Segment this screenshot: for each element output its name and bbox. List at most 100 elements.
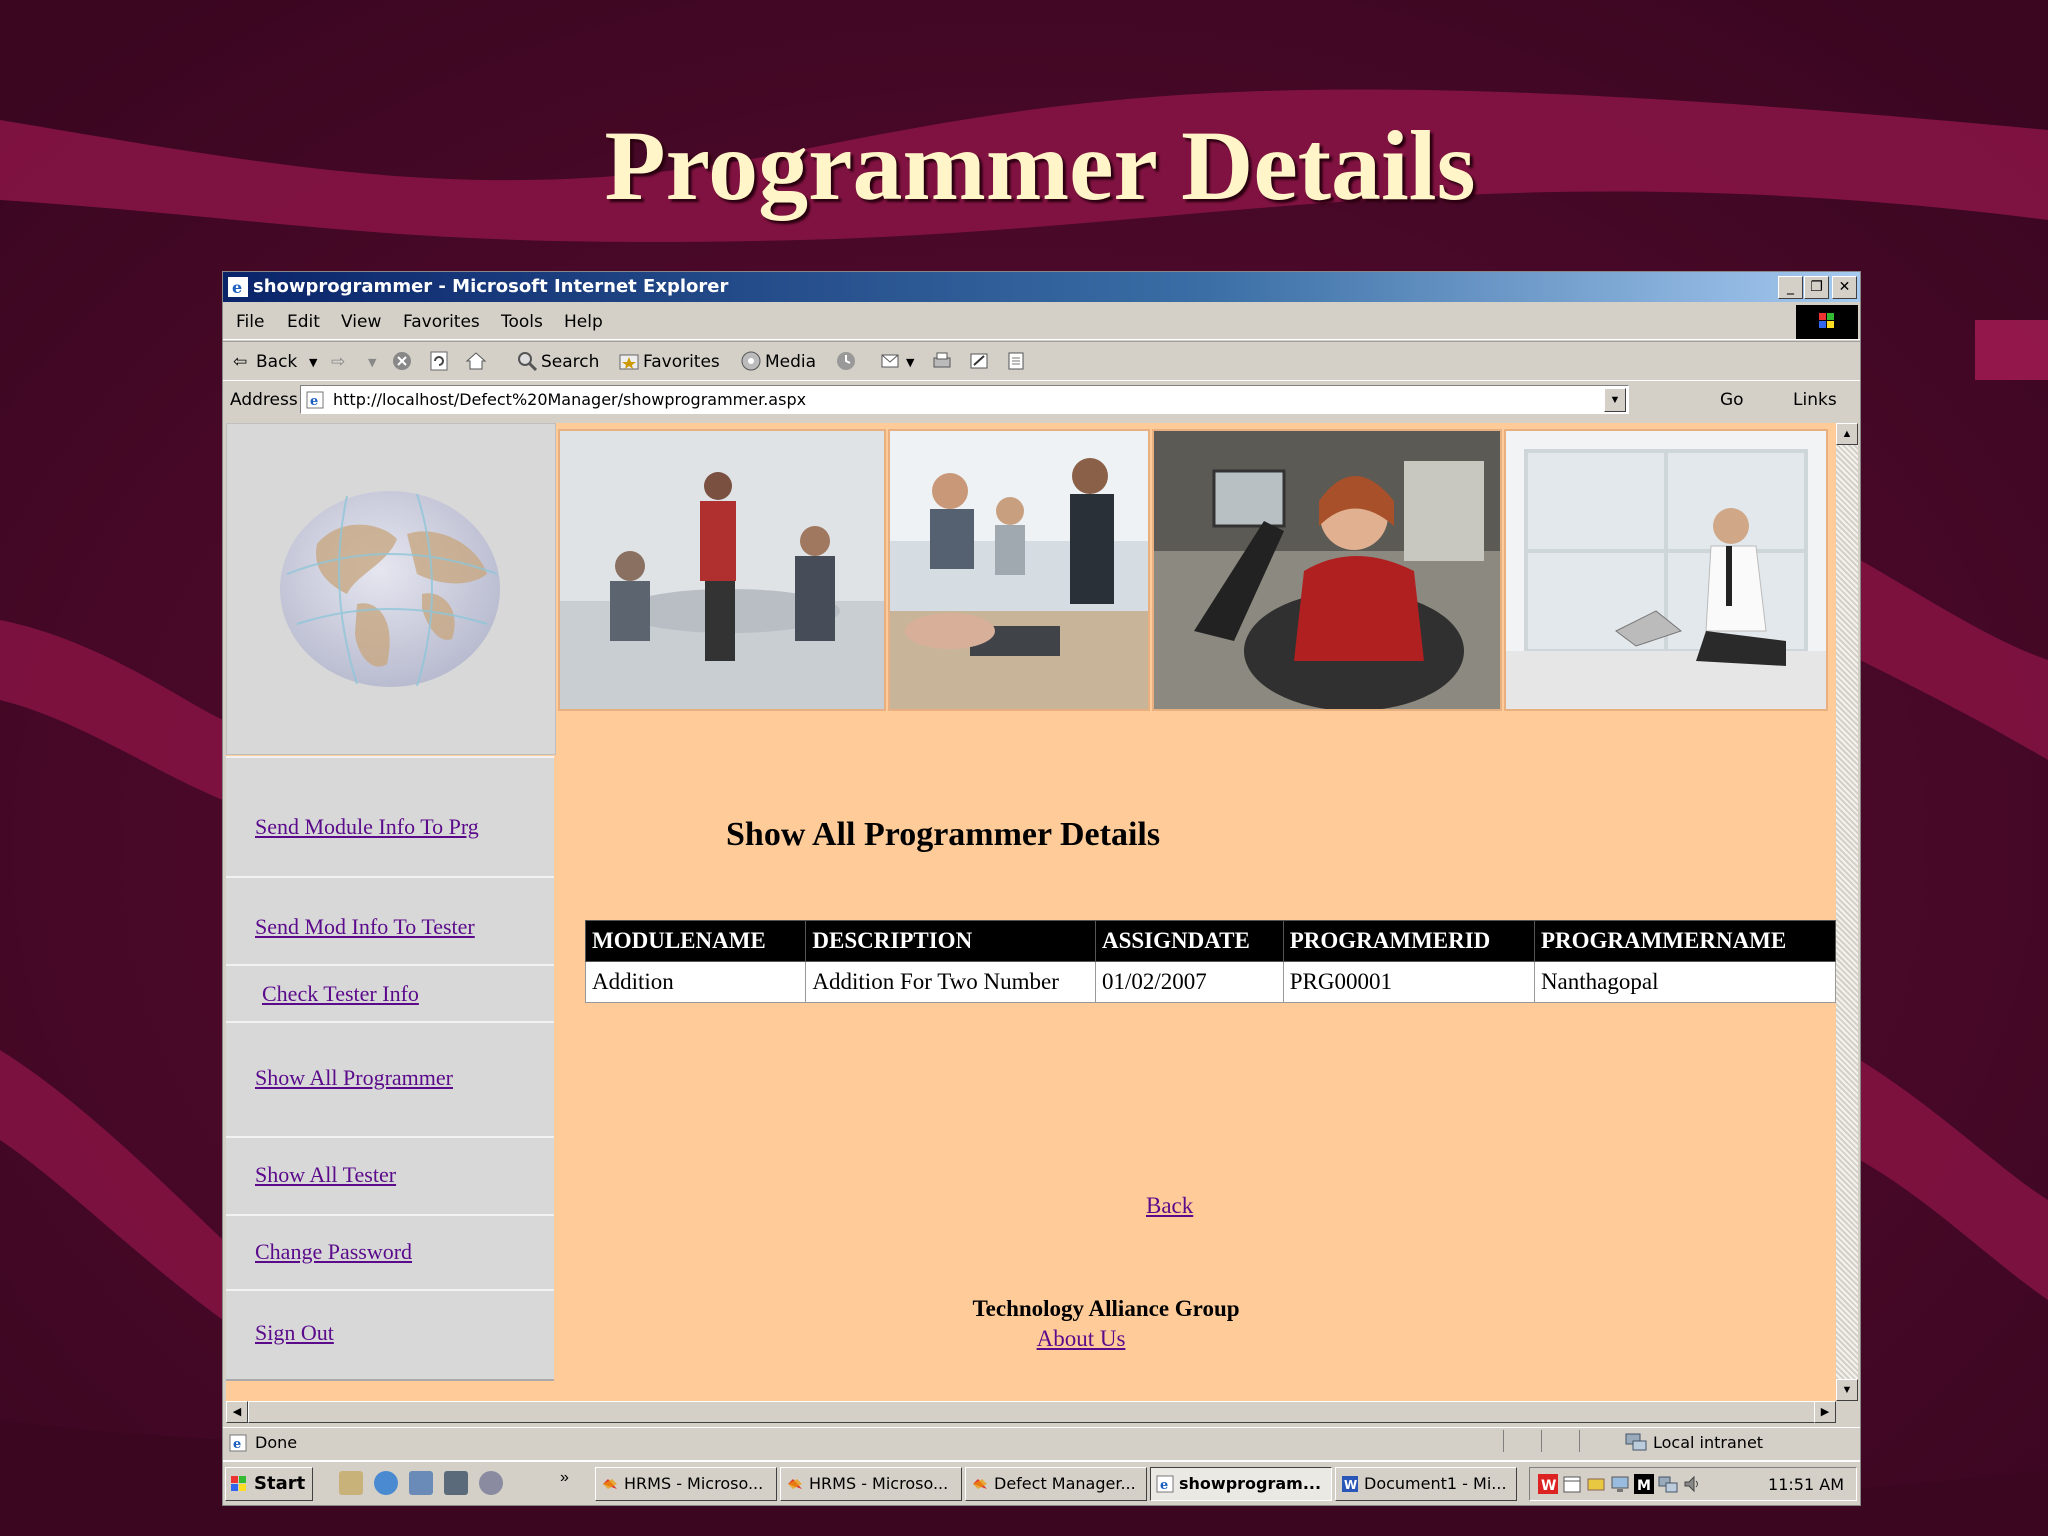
change-password-link[interactable]: Change Password: [255, 1239, 412, 1265]
tray-monitor-icon[interactable]: [1610, 1474, 1630, 1494]
media-icon[interactable]: [740, 350, 762, 372]
security-zone: Local intranet: [1653, 1433, 1764, 1452]
quicklaunch-settings-icon[interactable]: [479, 1471, 503, 1495]
scroll-left-icon[interactable]: ◀: [226, 1401, 248, 1423]
stop-icon[interactable]: [391, 350, 413, 372]
office-photo: [888, 429, 1150, 711]
quicklaunch-more-icon[interactable]: »: [560, 1469, 569, 1487]
meeting-photo: [558, 429, 886, 711]
search-icon[interactable]: [516, 350, 538, 372]
programmer-table: MODULENAME DESCRIPTION ASSIGNDATE PROGRA…: [584, 920, 1836, 1003]
mail-icon[interactable]: [880, 350, 902, 372]
windows-flag-icon: [231, 1476, 246, 1491]
col-modulename: MODULENAME: [584, 920, 807, 962]
back-button[interactable]: Back: [256, 352, 297, 372]
svg-text:e: e: [233, 1437, 241, 1452]
tray-m-icon[interactable]: M: [1634, 1474, 1654, 1494]
search-button[interactable]: Search: [541, 352, 599, 372]
scroll-thumb[interactable]: [248, 1401, 1815, 1423]
discuss-icon[interactable]: [1005, 350, 1027, 372]
restore-button[interactable]: ❐: [1804, 276, 1829, 299]
menu-tools[interactable]: Tools: [501, 312, 543, 332]
browser-window: e showprogrammer - Microsoft Internet Ex…: [223, 272, 1860, 1505]
window-titlebar[interactable]: e showprogrammer - Microsoft Internet Ex…: [223, 272, 1860, 302]
media-button[interactable]: Media: [765, 352, 816, 372]
sidebar-item-send-module-info: Send Module Info To Prg: [226, 756, 554, 878]
window-title: showprogrammer - Microsoft Internet Expl…: [253, 276, 729, 297]
address-input[interactable]: e http://localhost/Defect%20Manager/show…: [300, 385, 1629, 414]
windows-logo-icon: [1796, 305, 1858, 339]
vertical-scrollbar[interactable]: ▲ ▼: [1836, 423, 1858, 1401]
menu-file[interactable]: File: [236, 312, 264, 332]
go-button[interactable]: Go: [1720, 390, 1744, 410]
history-icon[interactable]: [835, 350, 857, 372]
task-hrms-2[interactable]: HRMS - Microso...: [780, 1467, 962, 1501]
ie-icon: e: [1156, 1475, 1174, 1493]
forward-button[interactable]: ⇨: [331, 352, 345, 372]
horizontal-scrollbar[interactable]: ◀ ▶: [226, 1401, 1836, 1423]
task-hrms-1[interactable]: HRMS - Microso...: [595, 1467, 777, 1501]
table-row: Addition Addition For Two Number 01/02/2…: [584, 961, 1836, 1003]
svg-text:e: e: [310, 394, 318, 409]
quicklaunch-desktop-icon[interactable]: [444, 1471, 468, 1495]
back-dropdown-icon[interactable]: ▼: [309, 356, 317, 369]
system-tray: W M 11:51 AM: [1529, 1467, 1857, 1501]
clock: 11:51 AM: [1768, 1475, 1844, 1494]
sidebar-item-change-password: Change Password: [226, 1214, 554, 1291]
table-header-row: MODULENAME DESCRIPTION ASSIGNDATE PROGRA…: [584, 920, 1836, 962]
tray-network-icon[interactable]: [1658, 1474, 1678, 1494]
scroll-up-icon[interactable]: ▲: [1836, 423, 1858, 445]
sidebar-item-show-all-tester: Show All Tester: [226, 1136, 554, 1216]
menu-view[interactable]: View: [341, 312, 381, 332]
mail-dropdown-icon[interactable]: ▼: [906, 356, 914, 369]
tray-calendar-icon[interactable]: [1562, 1474, 1582, 1494]
page-icon: e: [306, 391, 324, 409]
show-all-tester-link[interactable]: Show All Tester: [255, 1162, 396, 1188]
favorites-icon[interactable]: [618, 350, 640, 372]
tray-folders-icon[interactable]: [1586, 1474, 1606, 1494]
menu-help[interactable]: Help: [564, 312, 603, 332]
word-icon: W: [1342, 1476, 1358, 1492]
quicklaunch-ie-icon[interactable]: [374, 1471, 398, 1495]
sidebar-item-check-tester-info: Check Tester Info: [226, 964, 554, 1023]
laptop-man-photo: [1504, 429, 1828, 711]
task-document1[interactable]: W Document1 - Mi...: [1335, 1467, 1517, 1501]
check-tester-info-link[interactable]: Check Tester Info: [262, 981, 419, 1007]
status-text: Done: [255, 1433, 298, 1452]
home-icon[interactable]: [465, 350, 487, 372]
quicklaunch-app-icon[interactable]: [409, 1471, 433, 1495]
scroll-down-icon[interactable]: ▼: [1836, 1379, 1858, 1401]
forward-dropdown-icon[interactable]: ▼: [368, 356, 376, 369]
col-description: DESCRIPTION: [805, 920, 1096, 962]
back-link[interactable]: Back: [1146, 1193, 1193, 1219]
close-button[interactable]: ✕: [1832, 276, 1857, 299]
minimize-button[interactable]: _: [1778, 276, 1803, 299]
cell-programmername: Nanthagopal: [1533, 961, 1836, 1003]
globe-panel: [226, 423, 556, 755]
send-module-info-link[interactable]: Send Module Info To Prg: [255, 814, 479, 840]
refresh-icon[interactable]: [428, 350, 450, 372]
task-showprogrammer[interactable]: e showprogram...: [1150, 1467, 1332, 1501]
sidebar-item-show-all-programmer: Show All Programmer: [226, 1021, 554, 1138]
address-dropdown-icon[interactable]: ▼: [1604, 388, 1626, 412]
favorites-button[interactable]: Favorites: [643, 352, 720, 372]
print-icon[interactable]: [931, 350, 953, 372]
send-mod-info-tester-link[interactable]: Send Mod Info To Tester: [255, 914, 475, 940]
back-arrow-icon: ⇦: [233, 352, 248, 372]
tray-wps-icon[interactable]: W: [1538, 1474, 1558, 1494]
about-us-link[interactable]: About Us: [1037, 1326, 1126, 1351]
globe-image: [280, 491, 500, 687]
links-button[interactable]: Links: [1793, 390, 1837, 410]
show-all-programmer-link[interactable]: Show All Programmer: [255, 1065, 453, 1091]
quicklaunch-notepad-icon[interactable]: [339, 1471, 363, 1495]
page-done-icon: e: [229, 1434, 247, 1452]
start-button[interactable]: Start: [225, 1467, 313, 1501]
scroll-right-icon[interactable]: ▶: [1814, 1401, 1836, 1423]
menu-favorites[interactable]: Favorites: [403, 312, 480, 332]
menu-edit[interactable]: Edit: [287, 312, 320, 332]
tray-volume-icon[interactable]: [1682, 1474, 1702, 1494]
edit-icon[interactable]: [968, 350, 990, 372]
menu-bar: File Edit View Favorites Tools Help: [223, 303, 1860, 340]
task-defect-manager[interactable]: Defect Manager...: [965, 1467, 1147, 1501]
footer-about: About Us: [226, 1326, 1836, 1352]
